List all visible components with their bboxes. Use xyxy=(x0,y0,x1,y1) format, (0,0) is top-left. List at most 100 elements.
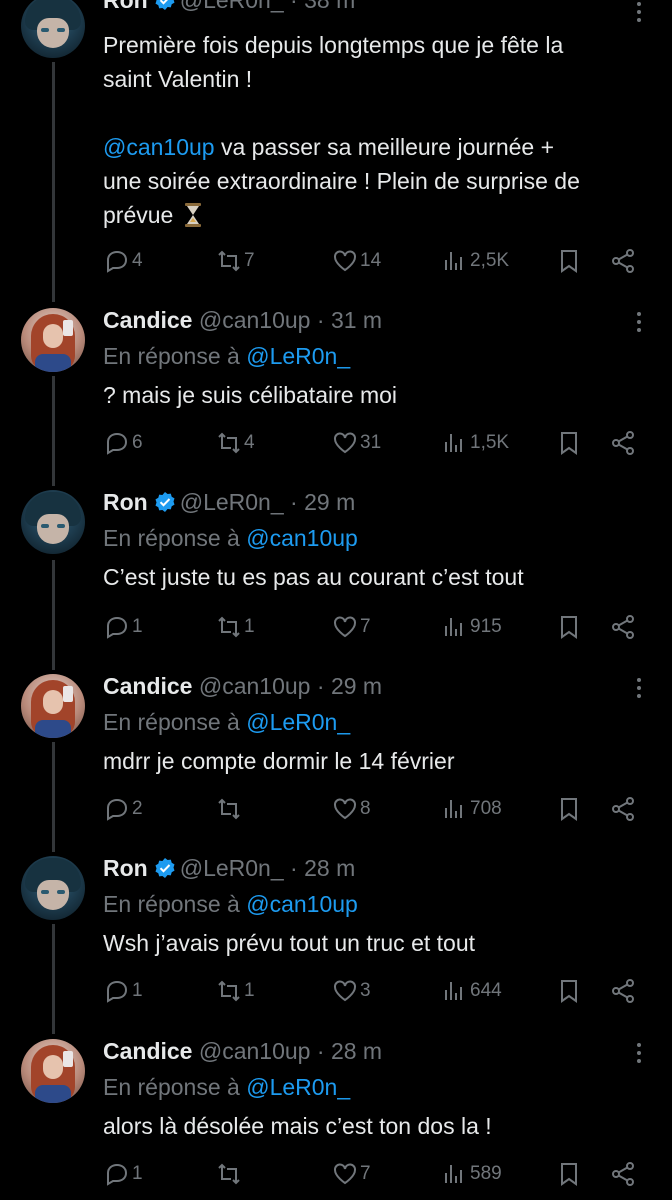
views-button[interactable]: 708 xyxy=(442,794,502,824)
analytics-icon xyxy=(445,618,462,636)
more-options-icon[interactable] xyxy=(636,312,642,334)
reply-button[interactable]: 1 xyxy=(104,976,143,1006)
like-button[interactable]: 7 xyxy=(332,1159,371,1189)
share-button[interactable] xyxy=(610,1159,636,1189)
like-button[interactable]: 31 xyxy=(332,428,381,458)
tweet-header: Ron @LeR0n_ · 38 m xyxy=(103,0,355,14)
repost-button[interactable]: 1 xyxy=(216,976,255,1006)
bookmark-button[interactable] xyxy=(556,612,582,642)
repost-icon xyxy=(218,980,240,1002)
like-button[interactable]: 14 xyxy=(332,246,381,276)
tweet-header: Candice @can10up · 28 m xyxy=(103,1037,382,1065)
repost-button[interactable]: 7 xyxy=(216,246,255,276)
like-button[interactable]: 7 xyxy=(332,612,371,642)
mention-link[interactable]: @LeR0n_ xyxy=(246,709,350,735)
tweet[interactable]: Ron @LeR0n_ · 29 m En réponse à @can10up … xyxy=(0,488,672,658)
share-button[interactable] xyxy=(610,976,636,1006)
tweet-actions: 4 7 14 2,5K xyxy=(0,246,672,276)
timestamp[interactable]: 31 m xyxy=(331,307,382,333)
share-button[interactable] xyxy=(610,428,636,458)
tweet-actions: 1 1 7 915 xyxy=(0,612,672,642)
reply-button[interactable]: 4 xyxy=(104,246,143,276)
author-name[interactable]: Candice xyxy=(103,1038,192,1064)
author-name[interactable]: Ron xyxy=(103,489,148,515)
repost-button[interactable]: 4 xyxy=(216,428,255,458)
share-button[interactable] xyxy=(610,794,636,824)
author-name[interactable]: Ron xyxy=(103,0,148,13)
views-button[interactable]: 644 xyxy=(442,976,502,1006)
more-options-icon[interactable] xyxy=(636,678,642,700)
avatar[interactable] xyxy=(21,1039,85,1103)
timestamp[interactable]: 38 m xyxy=(304,0,355,13)
mention-link[interactable]: @can10up xyxy=(103,134,215,160)
mention-link[interactable]: @can10up xyxy=(246,525,358,551)
author-handle[interactable]: @LeR0n_ xyxy=(180,0,284,13)
avatar[interactable] xyxy=(21,490,85,554)
heart-icon xyxy=(334,980,356,1002)
author-name[interactable]: Ron xyxy=(103,855,148,881)
timestamp[interactable]: 28 m xyxy=(331,1038,382,1064)
tweet-header: Ron @LeR0n_ · 29 m xyxy=(103,488,355,516)
more-options-icon[interactable] xyxy=(636,2,642,24)
tweet[interactable]: Candice @can10up · 31 m En réponse à @Le… xyxy=(0,306,672,476)
author-handle[interactable]: @LeR0n_ xyxy=(180,855,284,881)
like-button[interactable]: 8 xyxy=(332,794,371,824)
bookmark-button[interactable] xyxy=(556,428,582,458)
views-button[interactable]: 589 xyxy=(442,1159,502,1189)
like-button[interactable]: 3 xyxy=(332,976,371,1006)
separator-dot: · xyxy=(316,1038,325,1064)
reply-context: En réponse à @LeR0n_ xyxy=(103,1074,351,1100)
author-handle[interactable]: @can10up xyxy=(199,1038,311,1064)
mention-link[interactable]: @LeR0n_ xyxy=(246,1074,350,1100)
mention-link[interactable]: @LeR0n_ xyxy=(246,343,350,369)
avatar[interactable] xyxy=(21,856,85,920)
bookmark-button[interactable] xyxy=(556,794,582,824)
tweet[interactable]: Ron @LeR0n_ · 38 m Première fois depuis l… xyxy=(0,0,672,290)
separator-dot: · xyxy=(316,307,325,333)
analytics-icon xyxy=(445,982,462,1000)
avatar[interactable] xyxy=(21,308,85,372)
views-button[interactable]: 2,5K xyxy=(442,246,509,276)
bookmark-button[interactable] xyxy=(556,246,582,276)
avatar[interactable] xyxy=(21,674,85,738)
timestamp[interactable]: 29 m xyxy=(331,673,382,699)
share-icon xyxy=(612,615,634,639)
tweet[interactable]: Ron @LeR0n_ · 28 m En réponse à @can10up … xyxy=(0,854,672,1024)
timestamp[interactable]: 29 m xyxy=(304,489,355,515)
repost-button[interactable]: 1 xyxy=(216,612,255,642)
share-button[interactable] xyxy=(610,612,636,642)
reply-button[interactable]: 6 xyxy=(104,428,143,458)
author-handle[interactable]: @can10up xyxy=(199,307,311,333)
heart-icon xyxy=(334,432,356,454)
mention-link[interactable]: @can10up xyxy=(246,891,358,917)
author-handle[interactable]: @LeR0n_ xyxy=(180,489,284,515)
reply-button[interactable]: 2 xyxy=(104,794,143,824)
separator-dot: · xyxy=(290,0,298,13)
repost-button[interactable] xyxy=(216,794,244,824)
conversation-thread: Ron @LeR0n_ · 38 m Première fois depuis l… xyxy=(0,0,672,1200)
bookmark-button[interactable] xyxy=(556,976,582,1006)
analytics-icon xyxy=(445,1165,462,1183)
views-button[interactable]: 915 xyxy=(442,612,502,642)
repost-button[interactable] xyxy=(216,1159,244,1189)
views-button[interactable]: 1,5K xyxy=(442,428,509,458)
tweet-actions: 2 8 708 xyxy=(0,794,672,824)
tweet[interactable]: Candice @can10up · 29 m En réponse à @Le… xyxy=(0,672,672,842)
more-options-icon[interactable] xyxy=(636,1043,642,1065)
bookmark-icon xyxy=(561,616,577,639)
bookmark-button[interactable] xyxy=(556,1159,582,1189)
reply-button[interactable]: 1 xyxy=(104,612,143,642)
bookmark-icon xyxy=(561,250,577,273)
tweet-header: Candice @can10up · 29 m xyxy=(103,672,382,700)
tweet[interactable]: Candice @can10up · 28 m En réponse à @Le… xyxy=(0,1037,672,1200)
reply-context: En réponse à @can10up xyxy=(103,891,358,917)
author-name[interactable]: Candice xyxy=(103,673,192,699)
reply-button[interactable]: 1 xyxy=(104,1159,143,1189)
share-icon xyxy=(612,979,634,1003)
reply-icon xyxy=(107,616,128,639)
author-name[interactable]: Candice xyxy=(103,307,192,333)
timestamp[interactable]: 28 m xyxy=(304,855,355,881)
author-handle[interactable]: @can10up xyxy=(199,673,311,699)
avatar[interactable] xyxy=(21,0,85,58)
share-button[interactable] xyxy=(610,246,636,276)
